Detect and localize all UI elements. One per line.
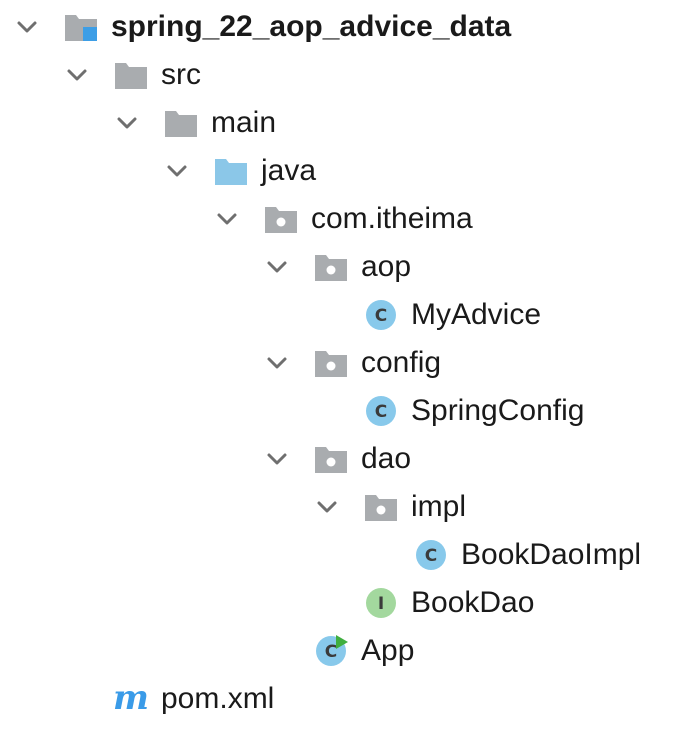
svg-text:C: C bbox=[325, 642, 337, 662]
svg-text:I: I bbox=[378, 594, 384, 614]
tree-item-main[interactable]: main bbox=[0, 101, 680, 145]
expand-chevron-icon[interactable] bbox=[166, 160, 188, 182]
package-icon bbox=[315, 255, 347, 281]
tree-item-java[interactable]: java bbox=[0, 149, 680, 193]
module-folder-icon bbox=[65, 15, 97, 41]
tree-item-src[interactable]: src bbox=[0, 53, 680, 97]
tree-item-label: MyAdvice bbox=[411, 298, 542, 331]
class-icon: C bbox=[416, 540, 446, 570]
tree-item-impl[interactable]: impl bbox=[0, 485, 680, 529]
expand-chevron-icon[interactable] bbox=[266, 256, 288, 278]
runnable-class-icon: C bbox=[316, 635, 348, 666]
tree-item-aop[interactable]: aop bbox=[0, 245, 680, 289]
tree-item-spring-22-aop-advice-data[interactable]: spring_22_aop_advice_data bbox=[0, 5, 680, 49]
tree-item-config[interactable]: config bbox=[0, 341, 680, 385]
package-icon bbox=[365, 495, 397, 521]
tree-item-label: dao bbox=[361, 442, 412, 475]
tree-item-bookdaoimpl[interactable]: C BookDaoImpl bbox=[0, 533, 680, 577]
svg-text:C: C bbox=[375, 306, 387, 326]
tree-item-label: pom.xml bbox=[161, 682, 275, 715]
tree-item-label: com.itheima bbox=[311, 202, 473, 235]
tree-item-label: src bbox=[161, 58, 201, 91]
svg-text:C: C bbox=[375, 402, 387, 422]
tree-item-springconfig[interactable]: C SpringConfig bbox=[0, 389, 680, 433]
tree-item-label: SpringConfig bbox=[411, 394, 585, 427]
expand-chevron-icon[interactable] bbox=[266, 352, 288, 374]
tree-item-myadvice[interactable]: C MyAdvice bbox=[0, 293, 680, 337]
tree-item-label: BookDaoImpl bbox=[461, 538, 642, 571]
tree-item-label: java bbox=[261, 154, 317, 187]
package-icon bbox=[315, 447, 347, 473]
tree-item-app[interactable]: C App bbox=[0, 629, 680, 673]
project-tree: spring_22_aop_advice_datasrc main java com.… bbox=[0, 0, 680, 730]
tree-item-dao[interactable]: dao bbox=[0, 437, 680, 481]
expand-chevron-icon[interactable] bbox=[216, 208, 238, 230]
tree-item-bookdao[interactable]: I BookDao bbox=[0, 581, 680, 625]
source-root-folder-icon bbox=[215, 159, 247, 185]
expand-chevron-icon[interactable] bbox=[66, 64, 88, 86]
tree-item-label: aop bbox=[361, 250, 412, 283]
tree-item-label: spring_22_aop_advice_data bbox=[111, 10, 512, 43]
folder-icon bbox=[165, 111, 197, 137]
svg-text:m: m bbox=[114, 683, 148, 715]
tree-item-label: main bbox=[211, 106, 277, 139]
tree-item-com-itheima[interactable]: com.itheima bbox=[0, 197, 680, 241]
expand-chevron-icon[interactable] bbox=[316, 496, 338, 518]
package-icon bbox=[265, 207, 297, 233]
expand-chevron-icon[interactable] bbox=[16, 16, 38, 38]
expand-chevron-icon[interactable] bbox=[266, 448, 288, 470]
svg-text:C: C bbox=[425, 546, 437, 566]
folder-icon bbox=[115, 63, 147, 89]
maven-pom-icon: m bbox=[114, 683, 148, 715]
tree-item-label: BookDao bbox=[411, 586, 535, 619]
tree-item-pom-xml[interactable]: m pom.xml bbox=[0, 677, 680, 721]
expand-chevron-icon[interactable] bbox=[116, 112, 138, 134]
class-icon: C bbox=[366, 300, 396, 330]
tree-item-label: App bbox=[361, 634, 415, 667]
interface-icon: I bbox=[366, 588, 396, 618]
tree-item-label: impl bbox=[411, 490, 467, 523]
tree-item-label: config bbox=[361, 346, 442, 379]
class-icon: C bbox=[366, 396, 396, 426]
package-icon bbox=[315, 351, 347, 377]
